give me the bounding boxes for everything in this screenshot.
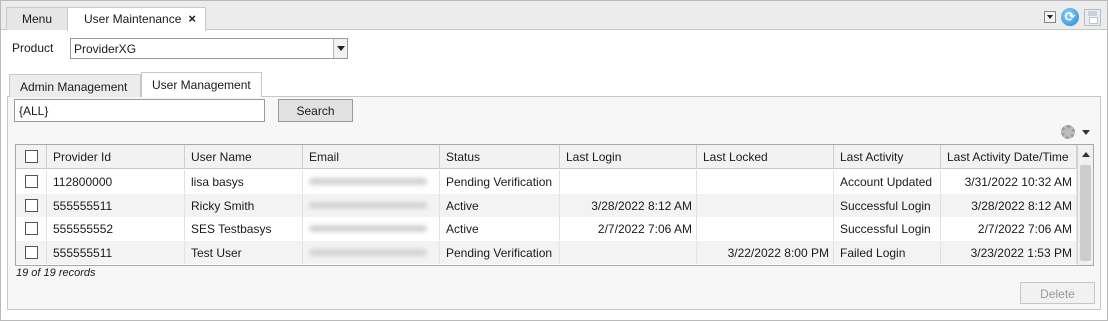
table-row[interactable]: 555555511 Test User Pending Verification… — [16, 241, 1077, 264]
redacted-email — [309, 225, 427, 232]
select-all-checkbox[interactable] — [25, 150, 38, 163]
users-grid: Provider Id User Name Email Status Last … — [15, 144, 1094, 266]
cell-status: Active — [440, 194, 560, 217]
cell-last-activity: Failed Login — [834, 241, 941, 264]
header-last-activity-datetime[interactable]: Last Activity Date/Time — [941, 145, 1077, 169]
cell-last-login — [560, 241, 697, 264]
table-row[interactable]: 555555552 SES Testbasys Active 2/7/2022 … — [16, 217, 1077, 240]
cell-status: Pending Verification — [440, 170, 560, 193]
header-last-login[interactable]: Last Login — [560, 145, 697, 169]
cell-last-activity-datetime: 2/7/2022 7:06 AM — [941, 217, 1077, 240]
redacted-email — [309, 178, 427, 185]
row-checkbox[interactable] — [25, 222, 38, 235]
cell-user-name: SES Testbasys — [185, 217, 303, 240]
chevron-down-icon[interactable] — [333, 39, 347, 58]
cell-last-locked — [697, 170, 834, 193]
row-select-cell[interactable] — [16, 170, 47, 193]
grid-header: Provider Id User Name Email Status Last … — [16, 145, 1077, 169]
row-checkbox[interactable] — [25, 175, 38, 188]
cell-user-name: Ricky Smith — [185, 194, 303, 217]
toolbar-dropdown-icon[interactable] — [1044, 11, 1056, 23]
cell-email-redacted — [303, 170, 440, 193]
row-select-cell[interactable] — [16, 241, 47, 264]
cell-last-login: 2/7/2022 7:06 AM — [560, 217, 697, 240]
row-checkbox[interactable] — [25, 246, 38, 259]
header-last-locked[interactable]: Last Locked — [697, 145, 834, 169]
gear-dropdown-icon[interactable] — [1082, 130, 1090, 135]
toolbar-icons: ⟳ — [1044, 8, 1101, 26]
cell-last-activity: Account Updated — [834, 170, 941, 193]
scroll-up-icon[interactable] — [1082, 152, 1090, 157]
cell-last-activity: Successful Login — [834, 217, 941, 240]
table-row[interactable]: 555555511 Ricky Smith Active 3/28/2022 8… — [16, 194, 1077, 217]
header-last-activity[interactable]: Last Activity — [834, 145, 941, 169]
tab-admin-management[interactable]: Admin Management — [9, 74, 141, 97]
row-select-cell[interactable] — [16, 194, 47, 217]
refresh-icon[interactable]: ⟳ — [1061, 8, 1079, 26]
row-checkbox[interactable] — [25, 199, 38, 212]
cell-status: Pending Verification — [440, 241, 560, 264]
user-maintenance-window: Menu User Maintenance × ⟳ Product Provid… — [0, 0, 1108, 321]
cell-provider-id: 555555511 — [47, 241, 185, 264]
cell-last-locked — [697, 217, 834, 240]
product-label: Product — [12, 41, 54, 55]
cell-email-redacted — [303, 241, 440, 264]
cell-last-login — [560, 170, 697, 193]
close-icon[interactable]: × — [188, 11, 196, 26]
header-select-all[interactable] — [16, 145, 47, 169]
cell-provider-id: 555555511 — [47, 194, 185, 217]
header-provider-id[interactable]: Provider Id — [47, 145, 185, 169]
cell-last-activity-datetime: 3/31/2022 10:32 AM — [941, 170, 1077, 193]
tab-menu-label: Menu — [21, 12, 53, 26]
cell-last-activity-datetime: 3/28/2022 8:12 AM — [941, 194, 1077, 217]
top-tab-strip: Menu User Maintenance × ⟳ — [1, 1, 1107, 31]
save-icon[interactable] — [1084, 8, 1101, 26]
cell-last-activity-datetime: 3/23/2022 1:53 PM — [941, 241, 1077, 264]
cell-last-locked — [697, 194, 834, 217]
scrollbar-thumb[interactable] — [1080, 165, 1091, 261]
gear-icon[interactable] — [1061, 125, 1075, 139]
tab-admin-management-label: Admin Management — [20, 80, 128, 94]
search-button[interactable]: Search — [278, 99, 353, 122]
delete-button[interactable]: Delete — [1020, 282, 1095, 304]
redacted-email — [309, 202, 427, 209]
cell-email-redacted — [303, 194, 440, 217]
cell-last-locked: 3/22/2022 8:00 PM — [697, 241, 834, 264]
cell-last-activity: Successful Login — [834, 194, 941, 217]
cell-user-name: lisa basys — [185, 170, 303, 193]
header-email[interactable]: Email — [303, 145, 440, 169]
record-count: 19 of 19 records — [16, 267, 96, 279]
header-user-name[interactable]: User Name — [185, 145, 303, 169]
product-select[interactable]: ProviderXG — [70, 38, 348, 59]
tab-user-management-label: User Management — [152, 78, 251, 92]
cell-provider-id: 555555552 — [47, 217, 185, 240]
tab-user-maintenance[interactable]: User Maintenance × — [67, 7, 206, 31]
header-status[interactable]: Status — [440, 145, 560, 169]
cell-provider-id: 112800000 — [47, 170, 185, 193]
cell-status: Active — [440, 217, 560, 240]
search-input-value: {ALL} — [19, 104, 49, 118]
row-select-cell[interactable] — [16, 217, 47, 240]
table-row[interactable]: 112800000 lisa basys Pending Verificatio… — [16, 170, 1077, 193]
redacted-email — [309, 249, 427, 256]
tab-user-maintenance-label: User Maintenance — [84, 12, 182, 26]
search-input[interactable]: {ALL} — [14, 99, 265, 122]
cell-user-name: Test User — [185, 241, 303, 264]
tab-menu[interactable]: Menu — [6, 7, 68, 30]
product-select-value: ProviderXG — [74, 42, 137, 56]
cell-email-redacted — [303, 217, 440, 240]
vertical-scrollbar[interactable] — [1077, 145, 1093, 265]
cell-last-login: 3/28/2022 8:12 AM — [560, 194, 697, 217]
tab-user-management[interactable]: User Management — [141, 72, 262, 97]
